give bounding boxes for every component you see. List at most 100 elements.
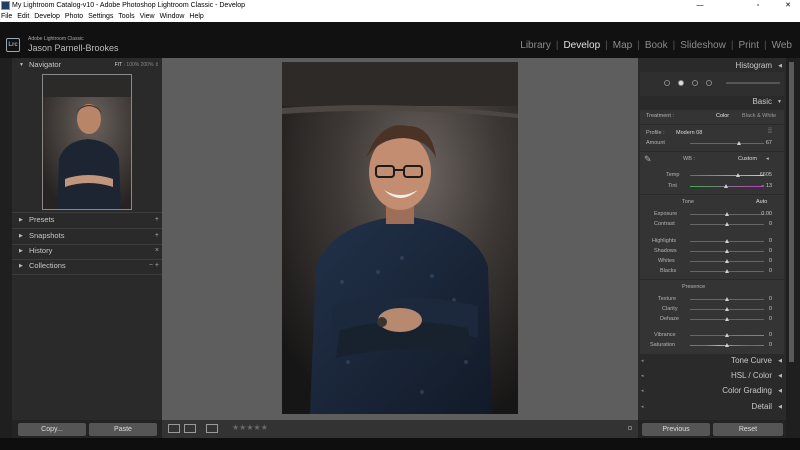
module-book[interactable]: Book <box>640 40 668 54</box>
menu-help[interactable]: Help <box>189 13 203 20</box>
module-print[interactable]: Print <box>733 40 759 54</box>
detail-header[interactable]: ◂ Detail ◀ <box>638 400 786 414</box>
menu-file[interactable]: File <box>1 13 12 20</box>
treatment-color[interactable]: Color <box>716 113 729 119</box>
shadows-value[interactable]: 0 <box>756 248 772 254</box>
panel-switch-icon[interactable]: ◂ <box>641 384 644 398</box>
exposure-slider-knob[interactable] <box>725 212 729 216</box>
presets-header[interactable]: ▶ Presets + <box>12 213 162 227</box>
menu-view[interactable]: View <box>140 13 155 20</box>
highlights-slider-knob[interactable] <box>725 239 729 243</box>
temp-slider-track[interactable] <box>690 175 764 176</box>
clarity-value[interactable]: 0 <box>756 306 772 312</box>
rating-stars[interactable]: ★★★★★ <box>232 423 268 432</box>
profile-browser-icon[interactable]: ⁞⁞ <box>768 128 772 135</box>
zoom-200[interactable]: 200% <box>141 62 154 68</box>
histogram-header[interactable]: Histogram ◀ <box>638 59 786 73</box>
tint-slider-knob[interactable] <box>724 184 728 188</box>
vibrance-slider-knob[interactable] <box>725 333 729 337</box>
menu-window[interactable]: Window <box>160 13 185 20</box>
navigator-preview[interactable] <box>42 74 132 210</box>
blacks-slider-knob[interactable] <box>725 269 729 273</box>
maximize-button[interactable]: ▫ <box>746 0 770 11</box>
texture-value[interactable]: 0 <box>756 296 772 302</box>
clarity-slider-knob[interactable] <box>725 307 729 311</box>
loupe-view-icon[interactable] <box>168 424 180 433</box>
hsl-header[interactable]: ◂ HSL / Color ◀ <box>638 369 786 383</box>
saturation-slider-knob[interactable] <box>725 343 729 347</box>
amount-slider-knob[interactable] <box>737 141 741 145</box>
tool-slider[interactable] <box>726 82 780 84</box>
menu-edit[interactable]: Edit <box>17 13 29 20</box>
temp-slider-knob[interactable] <box>736 173 740 177</box>
highlights-value[interactable]: 0 <box>756 238 772 244</box>
temp-value[interactable]: 6605 <box>756 172 772 178</box>
panel-switch-icon[interactable]: ◂ <box>641 354 644 368</box>
paste-button[interactable]: Paste <box>89 423 157 436</box>
main-photo[interactable] <box>282 62 518 414</box>
minimize-button[interactable]: — <box>688 0 712 11</box>
whites-slider-knob[interactable] <box>725 259 729 263</box>
whites-value[interactable]: 0 <box>756 258 772 264</box>
contrast-slider-knob[interactable] <box>725 222 729 226</box>
zoom-more-icon[interactable]: ⇕ <box>155 62 159 68</box>
red-eye-icon[interactable] <box>692 80 698 86</box>
previous-button[interactable]: Previous <box>642 423 710 436</box>
panel-switch-icon[interactable]: ◂ <box>641 369 644 383</box>
wb-value[interactable]: Custom <box>738 156 757 162</box>
masking-icon[interactable] <box>706 80 712 86</box>
amount-slider-track[interactable] <box>690 143 764 144</box>
navigator-header[interactable]: ▼ Navigator FIT ⁝ 100% 200% ⇕ <box>12 58 162 72</box>
add-snapshot-button[interactable]: + <box>155 229 159 243</box>
collections-actions[interactable]: − + <box>149 259 159 273</box>
vibrance-value[interactable]: 0 <box>756 332 772 338</box>
eyedropper-icon[interactable]: ✎ <box>644 154 652 165</box>
module-develop[interactable]: Develop <box>558 40 600 54</box>
before-after-tb-icon[interactable] <box>206 424 218 433</box>
before-after-lr-icon[interactable] <box>184 424 196 433</box>
dehaze-value[interactable]: 0 <box>756 316 772 322</box>
menu-develop[interactable]: Develop <box>34 13 60 20</box>
wb-dropdown-icon[interactable]: ◂ <box>766 156 769 162</box>
add-preset-button[interactable]: + <box>155 213 159 227</box>
toolbar-menu-icon[interactable] <box>628 426 632 430</box>
tone-curve-header[interactable]: ◂ Tone Curve ◀ <box>638 354 786 368</box>
color-grading-header[interactable]: ◂ Color Grading ◀ <box>638 384 786 398</box>
right-panel-scrollbar[interactable] <box>786 58 800 438</box>
blacks-value[interactable]: 0 <box>756 268 772 274</box>
copy-button[interactable]: Copy... <box>18 423 86 436</box>
module-slideshow[interactable]: Slideshow <box>675 40 726 54</box>
crop-tool-icon[interactable] <box>664 80 670 86</box>
dehaze-slider-knob[interactable] <box>725 317 729 321</box>
spot-removal-icon[interactable] <box>678 80 684 86</box>
saturation-value[interactable]: 0 <box>756 342 772 348</box>
filmstrip-edge[interactable] <box>0 438 800 450</box>
clear-history-button[interactable]: × <box>155 244 159 258</box>
close-button[interactable]: ✕ <box>776 0 800 11</box>
amount-value[interactable]: 67 <box>756 140 772 146</box>
exposure-value[interactable]: 0.00 <box>756 211 772 217</box>
shadows-slider-knob[interactable] <box>725 249 729 253</box>
contrast-value[interactable]: 0 <box>756 221 772 227</box>
scrollbar-thumb[interactable] <box>789 62 794 362</box>
profile-value[interactable]: Modern 08 <box>676 130 702 136</box>
menu-settings[interactable]: Settings <box>88 13 113 20</box>
module-web[interactable]: Web <box>767 40 800 54</box>
tint-value[interactable]: − 13 <box>756 183 772 189</box>
zoom-fit[interactable]: FIT <box>115 62 122 68</box>
zoom-100[interactable]: 100% <box>126 62 139 68</box>
treatment-bw[interactable]: Black & White <box>742 113 776 119</box>
texture-slider-knob[interactable] <box>725 297 729 301</box>
auto-button[interactable]: Auto <box>756 199 767 205</box>
history-header[interactable]: ▶ History × <box>12 244 162 258</box>
module-library[interactable]: Library <box>515 40 551 54</box>
module-map[interactable]: Map <box>608 40 632 54</box>
left-panel-edge[interactable] <box>0 58 12 438</box>
basic-header[interactable]: Basic ▼ <box>638 95 786 109</box>
reset-button[interactable]: Reset <box>713 423 783 436</box>
collections-header[interactable]: ▶ Collections − + <box>12 259 162 273</box>
snapshots-header[interactable]: ▶ Snapshots + <box>12 229 162 243</box>
panel-switch-icon[interactable]: ◂ <box>641 400 644 414</box>
menu-tools[interactable]: Tools <box>118 13 134 20</box>
menu-photo[interactable]: Photo <box>65 13 83 20</box>
